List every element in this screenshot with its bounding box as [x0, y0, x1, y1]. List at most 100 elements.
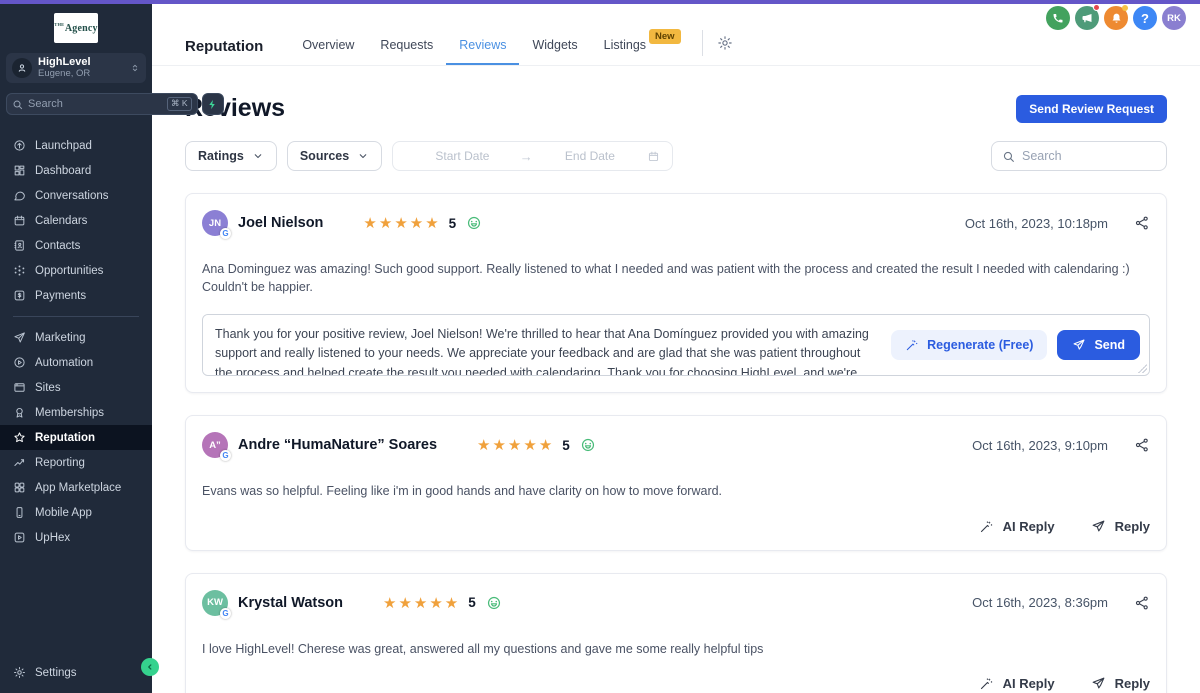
ai-reply-button[interactable]: AI Reply [979, 519, 1055, 534]
send-plane-icon [1091, 519, 1106, 534]
grid-squares-icon [13, 481, 26, 494]
sidebar-item-label: Launchpad [35, 140, 92, 152]
sidebar-item-label: Reporting [35, 457, 85, 469]
sidebar-item-payments[interactable]: Payments [0, 283, 152, 308]
reply-button[interactable]: Reply [1091, 519, 1150, 534]
chat-bubble-icon [13, 189, 26, 202]
review-actions: AI Reply Reply [202, 676, 1150, 691]
rating-value: 5 [562, 438, 570, 453]
sidebar-item-label: Opportunities [35, 265, 103, 277]
sidebar-item-app-marketplace[interactable]: App Marketplace [0, 475, 152, 500]
content: Reviews Send Review Request Ratings Sour… [152, 94, 1200, 693]
review-text: Ana Dominguez was amazing! Such good sup… [202, 261, 1150, 296]
sidebar-item-marketing[interactable]: Marketing [0, 325, 152, 350]
reputation-settings-button[interactable] [717, 35, 733, 51]
browser-icon [13, 381, 26, 394]
sidebar-item-label: App Marketplace [35, 482, 121, 494]
send-reply-button[interactable]: Send [1057, 330, 1140, 360]
start-date-placeholder: Start Date [405, 149, 520, 163]
reviews-search[interactable] [991, 141, 1167, 171]
tab-reviews[interactable]: Reviews [446, 27, 519, 65]
lightning-bolt-icon [207, 99, 218, 110]
user-avatar[interactable]: RK [1162, 6, 1186, 30]
account-location: Eugene, OR [38, 69, 124, 80]
account-meta: HighLevel Eugene, OR [38, 56, 124, 80]
ai-reply-button[interactable]: AI Reply [979, 676, 1055, 691]
chevron-up-down-icon [130, 62, 140, 74]
account-switcher[interactable]: HighLevel Eugene, OR [6, 53, 146, 83]
tab-label: Widgets [532, 38, 577, 52]
send-review-request-button[interactable]: Send Review Request [1016, 95, 1167, 123]
reviewer-name: Joel Nielson [238, 215, 323, 231]
review-card: KW G Krystal Watson ★★★★★ 5 Oct 16th, 20… [185, 573, 1167, 693]
sidebar-item-uphex[interactable]: UpHex [0, 525, 152, 550]
gear-icon [13, 666, 26, 679]
tab-label: Listings [604, 38, 646, 52]
star-rating: ★★★★★ [383, 594, 460, 612]
announcements-button[interactable] [1075, 6, 1099, 30]
bell-icon [1110, 12, 1123, 25]
send-review-request-label: Send Review Request [1029, 102, 1154, 116]
sidebar-item-launchpad[interactable]: Launchpad [0, 133, 152, 158]
sidebar-item-calendars[interactable]: Calendars [0, 208, 152, 233]
header-tabs: Overview Requests Reviews Widgets Listin… [289, 27, 693, 65]
search-icon [1002, 150, 1015, 163]
share-icon [1134, 437, 1150, 453]
sidebar-settings-row: Settings [0, 660, 152, 685]
sidebar-item-sites[interactable]: Sites [0, 375, 152, 400]
ratings-filter-dropdown[interactable]: Ratings [185, 141, 277, 171]
sidebar-collapse-button[interactable] [141, 658, 159, 676]
share-button[interactable] [1134, 437, 1150, 453]
sidebar-item-contacts[interactable]: Contacts [0, 233, 152, 258]
textarea-resize-handle[interactable] [1138, 364, 1147, 373]
main-area: ? RK Reputation Overview Requests Review… [152, 4, 1200, 693]
sidebar-item-conversations[interactable]: Conversations [0, 183, 152, 208]
sidebar-item-automation[interactable]: Automation [0, 350, 152, 375]
tab-overview[interactable]: Overview [289, 27, 367, 65]
paper-plane-icon [13, 331, 26, 344]
regenerate-button[interactable]: Regenerate (Free) [891, 330, 1047, 360]
sidebar-item-label: Sites [35, 382, 61, 394]
sources-filter-dropdown[interactable]: Sources [287, 141, 382, 171]
ai-assistant-button[interactable] [202, 93, 224, 115]
header-inner: Reputation Overview Requests Reviews Wid… [185, 27, 733, 65]
help-button[interactable]: ? [1133, 6, 1157, 30]
sidebar-item-mobile-app[interactable]: Mobile App [0, 500, 152, 525]
share-button[interactable] [1134, 595, 1150, 611]
sidebar-item-settings[interactable]: Settings [0, 660, 152, 685]
sidebar-item-reporting[interactable]: Reporting [0, 450, 152, 475]
reply-button[interactable]: Reply [1091, 676, 1150, 691]
notifications-button[interactable] [1104, 6, 1128, 30]
launchpad-icon [13, 139, 26, 152]
star-rating: ★★★★★ [477, 436, 554, 454]
tab-listings[interactable]: Listings New [591, 27, 694, 65]
tab-requests[interactable]: Requests [367, 27, 446, 65]
phone-button[interactable] [1046, 6, 1070, 30]
sidebar-item-memberships[interactable]: Memberships [0, 400, 152, 425]
reply-area: Thank you for your positive review, Joel… [202, 314, 1150, 376]
reviews-search-input[interactable] [1022, 149, 1156, 163]
tab-widgets[interactable]: Widgets [519, 27, 590, 65]
tab-label: Overview [302, 38, 354, 52]
search-icon [12, 99, 23, 110]
play-circle-icon [13, 356, 26, 369]
magic-wand-icon [905, 338, 919, 352]
avatar-initials: JN [209, 218, 221, 229]
send-plane-icon [1091, 676, 1106, 691]
gear-icon [717, 35, 733, 51]
review-date: Oct 16th, 2023, 9:10pm [972, 438, 1108, 453]
sidebar-item-label: Settings [35, 667, 77, 679]
end-date-placeholder: End Date [533, 149, 648, 163]
sidebar-item-label: Dashboard [35, 165, 91, 177]
review-card: JN G Joel Nielson ★★★★★ 5 Oct 16th, 2023… [185, 193, 1167, 393]
sidebar-item-opportunities[interactable]: Opportunities [0, 258, 152, 283]
date-range-picker[interactable]: Start Date → End Date [392, 141, 673, 171]
sidebar-item-reputation[interactable]: Reputation [0, 425, 152, 450]
sidebar-search[interactable]: ⌘ K [6, 93, 198, 115]
share-button[interactable] [1134, 215, 1150, 231]
agency-logo-text: THEAgency [54, 23, 97, 34]
sidebar-search-input[interactable] [28, 98, 162, 110]
sidebar-item-dashboard[interactable]: Dashboard [0, 158, 152, 183]
share-icon [1134, 215, 1150, 231]
sidebar-item-label: Marketing [35, 332, 86, 344]
